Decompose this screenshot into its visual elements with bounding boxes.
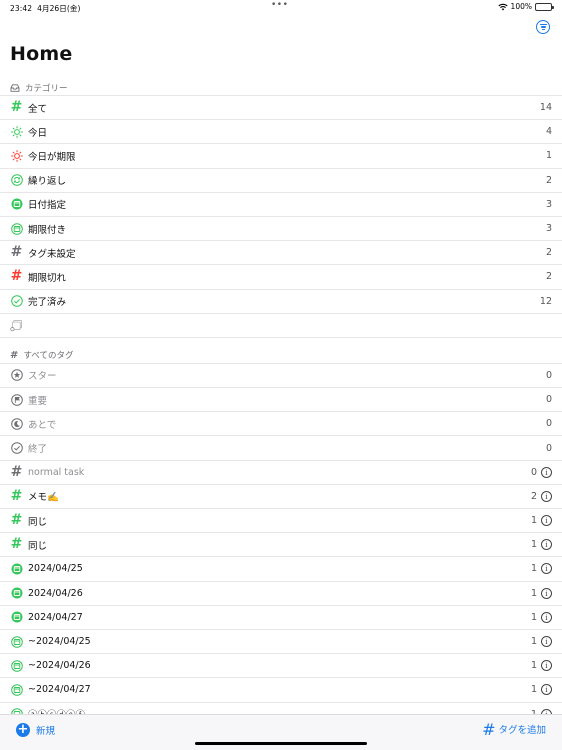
tag-deadline-2024-04-26[interactable]: ~2024/04/26 1 i (0, 654, 562, 679)
battery-icon (535, 2, 554, 11)
category-repeat[interactable]: 繰り返し 2 (0, 169, 562, 193)
star-icon (10, 369, 23, 382)
tag-date-2024-04-26[interactable]: 2024/04/26 1 i (0, 582, 562, 606)
tag-date-2024-04-25[interactable]: 2024/04/25 1 i (0, 557, 562, 582)
wifi-icon (497, 3, 508, 10)
category-overdue[interactable]: # 期限切れ 2 (0, 265, 562, 290)
section-header-categories: カテゴリー (0, 80, 562, 96)
sun-icon (10, 125, 23, 138)
category-scheduled[interactable]: 日付指定 3 (0, 193, 562, 217)
category-completed[interactable]: 完了済み 12 (0, 290, 562, 314)
tag-deadline-2024-04-27[interactable]: ~2024/04/27 1 i (0, 678, 562, 703)
tag-date-2024-04-27[interactable]: 2024/04/27 1 i (0, 606, 562, 630)
tag-memo[interactable]: # メモ✍️ 2 i (0, 485, 562, 509)
info-icon[interactable]: i (541, 611, 552, 623)
hashtag-icon: # (10, 536, 23, 553)
info-icon[interactable]: i (541, 684, 552, 696)
info-icon[interactable]: i (541, 636, 552, 648)
calendar-icon (10, 659, 23, 672)
info-icon[interactable]: i (541, 563, 552, 575)
hashtag-icon: # (482, 719, 496, 739)
plus-icon: + (16, 722, 30, 737)
bottom-toolbar: + 新規 # タグを追加 (0, 714, 562, 750)
inbox-icon (10, 83, 20, 92)
page-title: Home (10, 43, 73, 65)
home-indicator[interactable] (195, 741, 367, 745)
sun-icon (10, 149, 23, 162)
sidebar-list: カテゴリー # 全て 14 今日 4 今日が期限 1 繰り返し 2 日付指定 3 (0, 80, 562, 727)
info-icon[interactable]: i (541, 515, 552, 527)
folder-stack-icon (10, 319, 23, 332)
new-task-button[interactable]: + 新規 (16, 723, 55, 737)
info-icon[interactable]: i (541, 587, 552, 599)
status-time: 23:42 4月26日(金) (10, 4, 81, 13)
hashtag-icon: # (10, 349, 19, 361)
add-tag-label: タグを追加 (498, 725, 546, 736)
multitasking-dots-icon[interactable]: ••• (271, 0, 288, 10)
new-task-label: 新規 (36, 726, 56, 737)
category-all[interactable]: # 全て 14 (0, 96, 562, 121)
repeat-icon (10, 174, 23, 187)
hashtag-icon: # (10, 487, 23, 504)
section-header-tags: # すべてのタグ (0, 348, 562, 364)
category-untagged[interactable]: # タグ未設定 2 (0, 241, 562, 266)
category-with-deadline[interactable]: 期限付き 3 (0, 217, 562, 242)
status-right: 100% (497, 2, 554, 11)
category-today[interactable]: 今日 4 (0, 120, 562, 145)
category-due-today[interactable]: 今日が期限 1 (0, 144, 562, 169)
tag-done[interactable]: 終了 0 (0, 436, 562, 461)
tag-same-1[interactable]: # 同じ 1 i (0, 509, 562, 534)
hashtag-icon: # (10, 99, 23, 116)
hashtag-icon: # (10, 463, 23, 480)
calendar-icon (10, 635, 23, 648)
tag-deadline-2024-04-25[interactable]: ~2024/04/25 1 i (0, 630, 562, 655)
calendar-icon (10, 562, 23, 575)
info-icon[interactable]: i (541, 660, 552, 672)
battery-percent: 100% (510, 2, 532, 11)
category-placeholder-row (0, 314, 562, 338)
calendar-icon (10, 611, 23, 624)
calendar-icon (10, 198, 23, 211)
filter-icon[interactable] (536, 20, 550, 34)
moon-icon (10, 417, 23, 430)
flag-icon (10, 393, 23, 406)
tag-normal-task[interactable]: # normal task 0 i (0, 461, 562, 485)
status-bar: 23:42 4月26日(金) ••• 100% (0, 0, 562, 14)
checkmark-circle-icon (10, 295, 23, 308)
calendar-icon (10, 222, 23, 235)
hashtag-icon: # (10, 512, 23, 529)
hashtag-icon: # (10, 244, 23, 261)
hashtag-icon: # (10, 268, 23, 285)
checkmark-circle-icon (10, 442, 23, 455)
calendar-icon (10, 683, 23, 696)
add-tag-button[interactable]: # タグを追加 (482, 719, 546, 739)
info-icon[interactable]: i (541, 539, 552, 551)
tag-important[interactable]: 重要 0 (0, 388, 562, 413)
calendar-icon (10, 587, 23, 600)
tag-same-2[interactable]: # 同じ 1 i (0, 533, 562, 558)
info-icon[interactable]: i (541, 490, 552, 502)
info-icon[interactable]: i (541, 466, 552, 478)
tag-star[interactable]: スター 0 (0, 364, 562, 389)
tag-later[interactable]: あとで 0 (0, 412, 562, 437)
